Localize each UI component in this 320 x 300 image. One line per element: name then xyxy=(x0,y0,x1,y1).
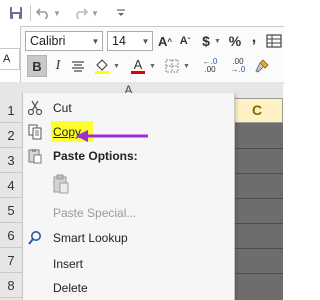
increase-font-size-button[interactable]: A ^ xyxy=(157,31,173,51)
bold-button[interactable]: B xyxy=(27,55,47,77)
paste-clipboard-icon[interactable] xyxy=(51,174,71,194)
percent-style-button[interactable]: % xyxy=(227,31,243,51)
menu-item-label: Insert xyxy=(53,257,84,271)
row-header[interactable]: 5 xyxy=(0,198,22,223)
svg-text:A: A xyxy=(134,57,143,72)
menu-item-label: Smart Lookup xyxy=(53,231,128,245)
font-size-value: 14 xyxy=(112,34,126,48)
row-header[interactable]: 6 xyxy=(0,223,22,248)
gridline xyxy=(233,148,283,149)
paste-icon xyxy=(25,146,45,166)
chevron-down-icon[interactable]: ▼ xyxy=(148,55,157,77)
menu-item-label: Cut xyxy=(53,101,72,115)
bold-label: B xyxy=(32,58,42,74)
comma-style-button[interactable]: , xyxy=(247,29,261,51)
row-header[interactable]: 7 xyxy=(0,248,22,273)
italic-button[interactable]: I xyxy=(49,55,67,77)
cell-c1-text: C xyxy=(252,102,263,118)
annotation-arrow-icon xyxy=(76,130,148,142)
format-table-icon[interactable] xyxy=(265,31,283,51)
menu-item-label: Paste Special... xyxy=(53,206,137,220)
comma-label: , xyxy=(251,29,257,46)
row-header[interactable]: 1 xyxy=(0,98,22,123)
row-header[interactable]: 3 xyxy=(0,148,22,173)
gridline xyxy=(233,173,283,174)
save-icon[interactable] xyxy=(6,3,26,23)
mini-toolbar: Calibri ▼ 14 ▼ A ^ Aˇ $ ▼ % , B I ▼ A ▼ ▼… xyxy=(20,26,284,84)
menu-item-delete[interactable]: Delete xyxy=(23,276,234,300)
format-painter-icon[interactable] xyxy=(253,55,271,77)
percent-label: % xyxy=(228,33,242,49)
menu-item-paste-special[interactable]: Paste Special... xyxy=(23,201,234,225)
fill-color-icon[interactable] xyxy=(93,55,111,77)
row-header[interactable]: 8 xyxy=(0,273,22,298)
gridline xyxy=(233,273,283,274)
increase-decimal-button[interactable]: ←.0 .00 xyxy=(199,55,221,77)
redo-icon[interactable] xyxy=(72,3,90,23)
menu-item-paste-options: Paste Options: xyxy=(23,144,234,168)
chevron-down-icon[interactable]: ▼ xyxy=(213,31,222,51)
menu-item-label: Delete xyxy=(53,281,88,295)
decrease-decimal-bottom: →.0 xyxy=(230,65,246,74)
grow-font-label: A xyxy=(157,33,168,49)
font-name-dropdown[interactable]: Calibri ▼ xyxy=(25,31,103,51)
undo-icon[interactable] xyxy=(34,3,52,23)
menu-item-paste-button[interactable] xyxy=(23,170,234,200)
chevron-down-icon[interactable] xyxy=(114,3,128,23)
menu-item-smart-lookup[interactable]: Smart Lookup xyxy=(23,226,234,250)
accounting-label: $ xyxy=(202,33,210,49)
chevron-down-icon[interactable]: ▼ xyxy=(139,37,152,46)
shrink-font-label: A xyxy=(179,35,188,47)
chevron-down-icon[interactable]: ▼ xyxy=(182,55,191,77)
name-box[interactable]: A xyxy=(0,48,20,70)
font-name-value: Calibri xyxy=(30,34,66,48)
undo-dropdown-icon[interactable]: ▼ xyxy=(52,3,62,23)
font-size-dropdown[interactable]: 14 ▼ xyxy=(107,31,153,51)
decrease-font-size-button[interactable]: Aˇ xyxy=(177,31,193,51)
row-headers: 1 2 3 4 5 6 7 8 xyxy=(0,98,23,300)
menu-item-label: Paste Options: xyxy=(53,149,138,163)
chevron-down-icon[interactable]: ▼ xyxy=(89,37,102,46)
chevron-down-icon[interactable]: ▼ xyxy=(112,55,121,77)
accounting-format-button[interactable]: $ xyxy=(199,31,213,51)
quick-access-toolbar: ▼ ▼ xyxy=(0,0,283,26)
decrease-decimal-button[interactable]: .00 →.0 xyxy=(227,55,249,77)
italic-label: I xyxy=(55,58,61,73)
font-color-icon[interactable]: A xyxy=(129,55,147,77)
toolbar-divider xyxy=(30,5,31,21)
search-icon xyxy=(25,228,45,248)
name-box-value: A xyxy=(3,53,11,65)
borders-icon[interactable] xyxy=(163,55,181,77)
increase-decimal-bottom: .00 xyxy=(204,65,216,74)
gridline xyxy=(233,223,283,224)
row-header[interactable]: 2 xyxy=(0,123,22,148)
redo-dropdown-icon[interactable]: ▼ xyxy=(90,3,100,23)
copy-icon xyxy=(25,122,45,142)
menu-item-cut[interactable]: Cut xyxy=(23,96,234,120)
row-header[interactable]: 4 xyxy=(0,173,22,198)
gridline xyxy=(233,248,283,249)
cell-c1[interactable]: C xyxy=(233,98,283,123)
align-center-icon[interactable] xyxy=(69,55,87,77)
scissors-icon xyxy=(25,98,45,118)
context-menu: Cut Copy Paste Options: Paste Special...… xyxy=(22,93,235,300)
gridline xyxy=(233,198,283,199)
menu-item-insert[interactable]: Insert xyxy=(23,252,234,276)
